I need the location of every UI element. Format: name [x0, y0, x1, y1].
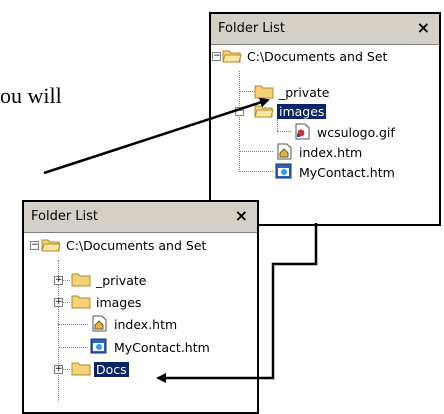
arrow-to-docs — [156, 223, 318, 383]
callout-arrows — [43, 97, 318, 383]
arrow-to-images — [43, 97, 270, 175]
